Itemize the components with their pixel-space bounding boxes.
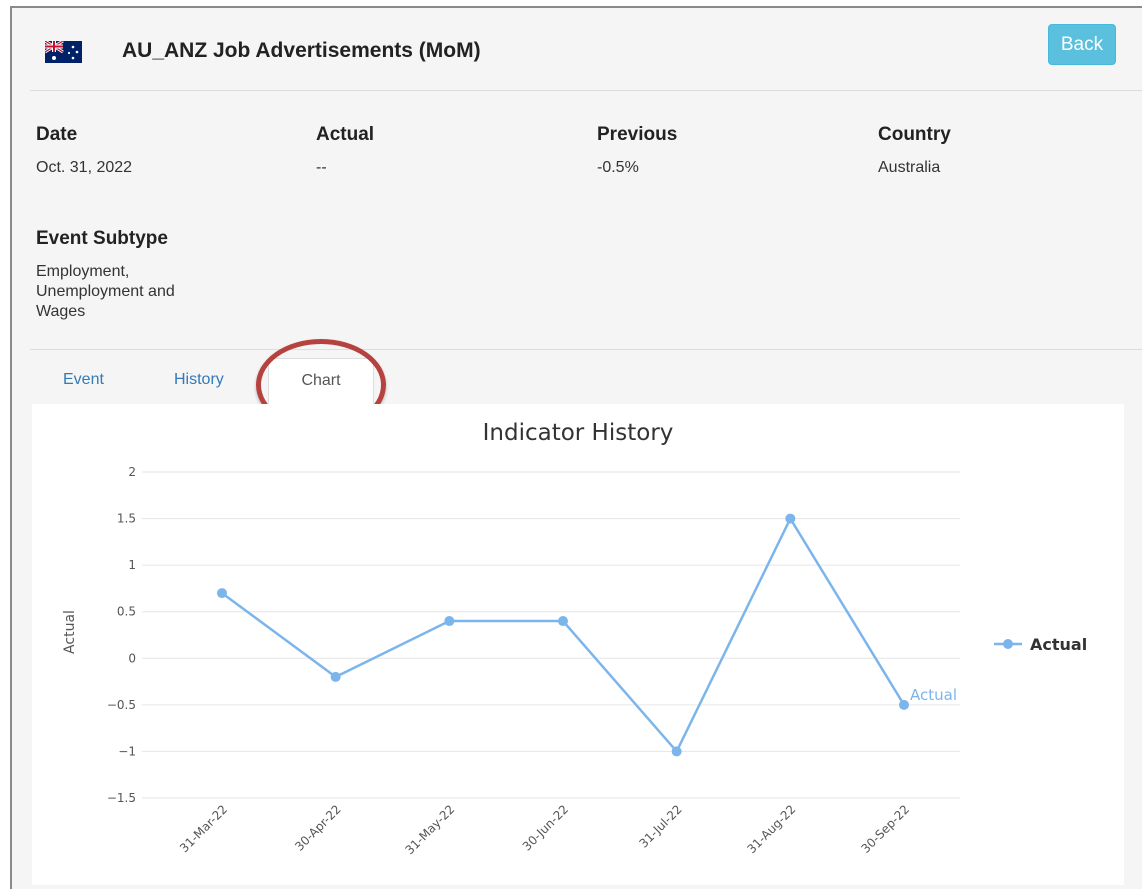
- actual-value: --: [316, 159, 327, 176]
- country-value: Australia: [878, 159, 941, 176]
- australia-flag-icon: [45, 41, 82, 63]
- tab-history[interactable]: History: [174, 365, 224, 395]
- section-divider: [30, 349, 1142, 350]
- event-detail-panel: AU_ANZ Job Advertisements (MoM) Back Dat…: [10, 6, 1142, 889]
- y-tick-label: 0: [128, 651, 136, 665]
- tab-event[interactable]: Event: [63, 365, 104, 395]
- back-button[interactable]: Back: [1048, 24, 1116, 65]
- actual-label: Actual: [316, 124, 375, 145]
- series-end-label: Actual: [910, 686, 957, 704]
- y-tick-label: 1.5: [117, 512, 136, 526]
- data-point: [899, 699, 909, 710]
- data-point: [785, 513, 796, 524]
- actual-field: Actual --: [316, 124, 374, 178]
- x-tick-label: 30-Jun-22: [520, 802, 571, 853]
- y-axis-label: Actual: [62, 610, 78, 654]
- country-field: Country Australia: [878, 124, 951, 178]
- data-point: [217, 588, 227, 599]
- event-subtype-value: Employment, Unemployment and Wages: [36, 263, 175, 320]
- previous-field: Previous -0.5%: [597, 124, 677, 178]
- x-tick-label: 30-Apr-22: [292, 802, 344, 854]
- data-point: [444, 616, 455, 627]
- event-subtype-label: Event Subtype: [36, 228, 168, 249]
- previous-label: Previous: [597, 124, 678, 145]
- date-field: Date Oct. 31, 2022: [36, 124, 132, 178]
- previous-value: -0.5%: [597, 159, 639, 176]
- event-subtype-field: Event Subtype Employment, Unemployment a…: [36, 228, 226, 322]
- y-tick-label: −1: [118, 744, 136, 758]
- y-tick-label: −1.5: [107, 791, 136, 805]
- indicator-history-chart: Indicator History 2 1.5 1 0.5 0 −0.5 −1 −1.5 Actu…: [62, 420, 1087, 857]
- legend-label: Actual: [1030, 635, 1087, 654]
- header: AU_ANZ Job Advertisements (MoM) Back: [30, 8, 1142, 91]
- chart-title: Indicator History: [483, 420, 674, 446]
- legend-marker: [1003, 639, 1013, 649]
- tab-chart[interactable]: Chart: [268, 358, 374, 406]
- x-tick-label: 30-Sep-22: [859, 802, 913, 856]
- x-tick-label: 31-Jul-22: [636, 802, 684, 850]
- date-label: Date: [36, 124, 78, 145]
- date-value: Oct. 31, 2022: [36, 159, 133, 176]
- data-point: [558, 616, 568, 627]
- y-tick-label: 0.5: [117, 605, 136, 619]
- chart-container: Indicator History 2 1.5 1 0.5 0 −0.5 −1 −1.5 Actu…: [32, 404, 1124, 885]
- x-tick-label: 31-Aug-22: [744, 802, 798, 856]
- y-tick-label: 2: [128, 465, 136, 479]
- page-title: AU_ANZ Job Advertisements (MoM): [122, 39, 481, 62]
- x-tick-label: 31-Mar-22: [177, 802, 230, 855]
- x-tick-label: 31-May-22: [402, 802, 457, 857]
- country-label: Country: [878, 124, 951, 145]
- y-tick-label: −0.5: [107, 698, 136, 712]
- series-line: [221, 515, 906, 754]
- data-point: [671, 746, 682, 757]
- y-tick-label: 1: [128, 558, 136, 572]
- data-point: [330, 671, 341, 682]
